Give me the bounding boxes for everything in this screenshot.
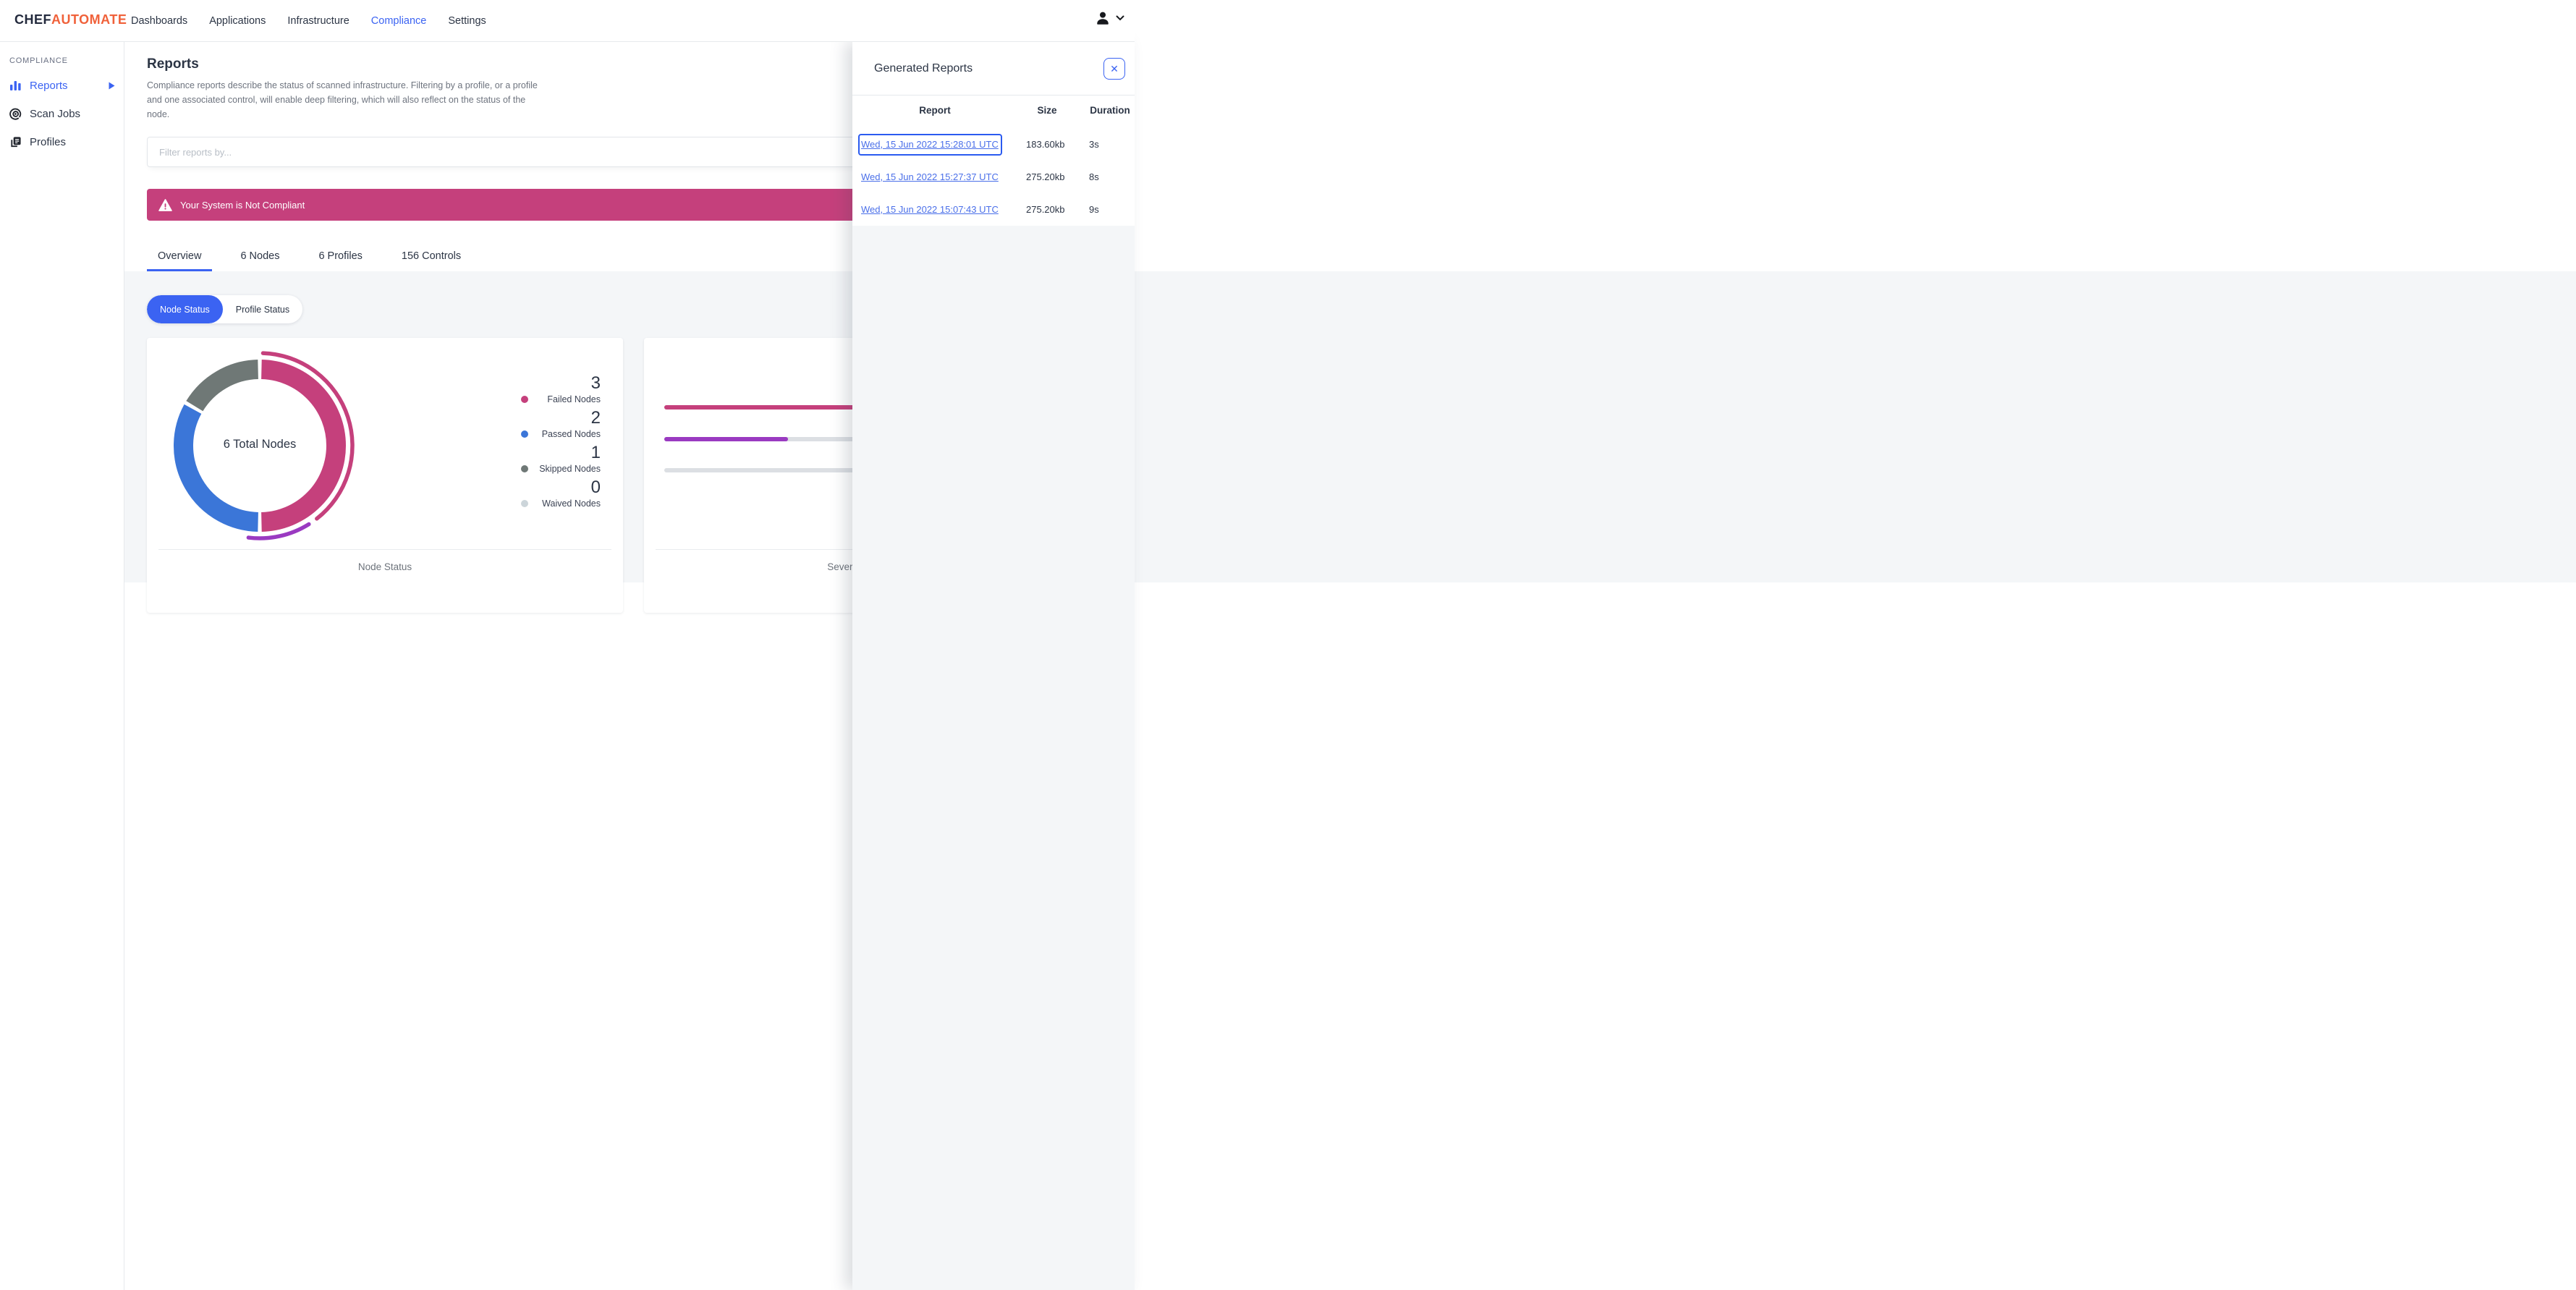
main-content: Reports Compliance reports describe the … [124, 42, 2576, 1290]
waived-count: 0 [590, 478, 601, 497]
nav-settings[interactable]: Settings [448, 15, 486, 27]
status-toggle: Node Status Profile Status [147, 295, 303, 323]
nav-dashboards[interactable]: Dashboards [131, 15, 187, 27]
close-panel-button[interactable]: ✕ [1103, 58, 1125, 80]
node-status-card: 6 Total Nodes 3 Failed Nodes 2 Passed No… [147, 338, 623, 613]
toggle-node-status[interactable]: Node Status [147, 295, 223, 323]
page-title: Reports [147, 56, 199, 72]
legend-entry-skipped: 1 Skipped Nodes [521, 444, 601, 475]
node-status-legend: 3 Failed Nodes 2 Passed Nodes 1 Skipped … [521, 374, 601, 513]
chef-automate-logo[interactable]: CHEFAUTOMATE [14, 12, 127, 27]
report-link[interactable]: Wed, 15 Jun 2022 15:27:37 UTC [861, 166, 999, 188]
overview-section: Node Status Profile Status 6 Total Nodes… [124, 271, 2576, 613]
report-duration: 9s [1089, 204, 1099, 215]
legend-entry-failed: 3 Failed Nodes [521, 374, 601, 405]
page-description: Compliance reports describe the status o… [147, 80, 538, 119]
waived-label: Waived Nodes [542, 498, 601, 509]
chevron-right-icon [109, 82, 115, 90]
table-row: Wed, 15 Jun 2022 15:27:37 UTC 275.20kb 8… [852, 166, 1135, 188]
report-link[interactable]: Wed, 15 Jun 2022 15:07:43 UTC [861, 199, 999, 221]
column-header-report: Report [919, 105, 951, 116]
nav-infrastructure[interactable]: Infrastructure [287, 15, 349, 27]
donut-center-label: 6 Total Nodes [223, 438, 297, 451]
failed-dot-icon [521, 395, 528, 403]
sidebar-item-label: Reports [30, 79, 68, 92]
sidebar-item-profiles[interactable]: Profiles [9, 134, 124, 150]
chevron-down-icon [1116, 15, 1124, 21]
tab-controls[interactable]: 156 Controls [391, 241, 472, 271]
alert-message: Your System is Not Compliant [180, 199, 305, 211]
report-link[interactable]: Wed, 15 Jun 2022 15:28:01 UTC [861, 134, 999, 156]
warning-triangle-icon [158, 198, 172, 211]
sidebar-item-reports[interactable]: Reports [9, 77, 124, 93]
report-duration: 3s [1089, 139, 1099, 150]
logo-automate: AUTOMATE [51, 12, 127, 27]
report-size: 275.20kb [1026, 171, 1065, 182]
generated-reports-panel: Generated Reports ✕ Report Size Duration… [852, 42, 1135, 1290]
logo-chef: CHEF [14, 12, 51, 27]
legend-entry-waived: 0 Waived Nodes [521, 478, 601, 509]
tab-overview[interactable]: Overview [147, 241, 213, 271]
report-tabs: Overview 6 Nodes 6 Profiles 156 Controls [147, 241, 2576, 271]
sidebar-section-title: COMPLIANCE [9, 56, 68, 65]
documents-icon [9, 136, 22, 148]
main-nav: Dashboards Applications Infrastructure C… [131, 0, 486, 42]
passed-count: 2 [590, 408, 601, 428]
skipped-count: 1 [590, 443, 601, 462]
nav-applications[interactable]: Applications [209, 15, 266, 27]
nav-compliance[interactable]: Compliance [371, 15, 427, 27]
column-header-duration: Duration [1090, 105, 1130, 116]
card-divider [158, 549, 611, 550]
legend-entry-passed: 2 Passed Nodes [521, 409, 601, 440]
node-status-card-title: Node Status [357, 561, 412, 572]
passed-label: Passed Nodes [541, 428, 601, 439]
top-navbar: CHEFAUTOMATE Dashboards Applications Inf… [0, 0, 1135, 42]
toggle-profile-status[interactable]: Profile Status [223, 295, 302, 323]
report-size: 183.60kb [1026, 139, 1065, 150]
scanner-icon [9, 108, 22, 120]
report-duration: 8s [1089, 171, 1099, 182]
user-menu[interactable] [1095, 10, 1124, 26]
user-avatar-icon [1095, 10, 1111, 26]
panel-header: Generated Reports ✕ [852, 42, 1135, 96]
skipped-dot-icon [521, 464, 528, 472]
report-size: 275.20kb [1026, 204, 1065, 215]
tab-profiles[interactable]: 6 Profiles [308, 241, 373, 271]
sidebar-item-label: Scan Jobs [30, 107, 81, 120]
sidebar-item-scan-jobs[interactable]: Scan Jobs [9, 106, 124, 122]
bar-chart-icon [9, 80, 22, 92]
skipped-label: Skipped Nodes [539, 463, 601, 474]
sidebar-item-label: Profiles [30, 135, 67, 148]
column-header-size: Size [1037, 105, 1057, 116]
failed-label: Failed Nodes [547, 394, 601, 404]
sidebar: COMPLIANCE Reports Scan Jobs Profiles [0, 42, 124, 1290]
table-row: Wed, 15 Jun 2022 15:28:01 UTC 183.60kb 3… [852, 134, 1135, 156]
tab-nodes[interactable]: 6 Nodes [229, 241, 290, 271]
waived-dot-icon [521, 499, 528, 507]
passed-dot-icon [521, 430, 528, 438]
panel-title: Generated Reports [874, 62, 973, 75]
failed-count: 3 [590, 373, 601, 393]
generated-reports-table: Report Size Duration Wed, 15 Jun 2022 15… [852, 96, 1135, 226]
table-row: Wed, 15 Jun 2022 15:07:43 UTC 275.20kb 9… [852, 199, 1135, 221]
